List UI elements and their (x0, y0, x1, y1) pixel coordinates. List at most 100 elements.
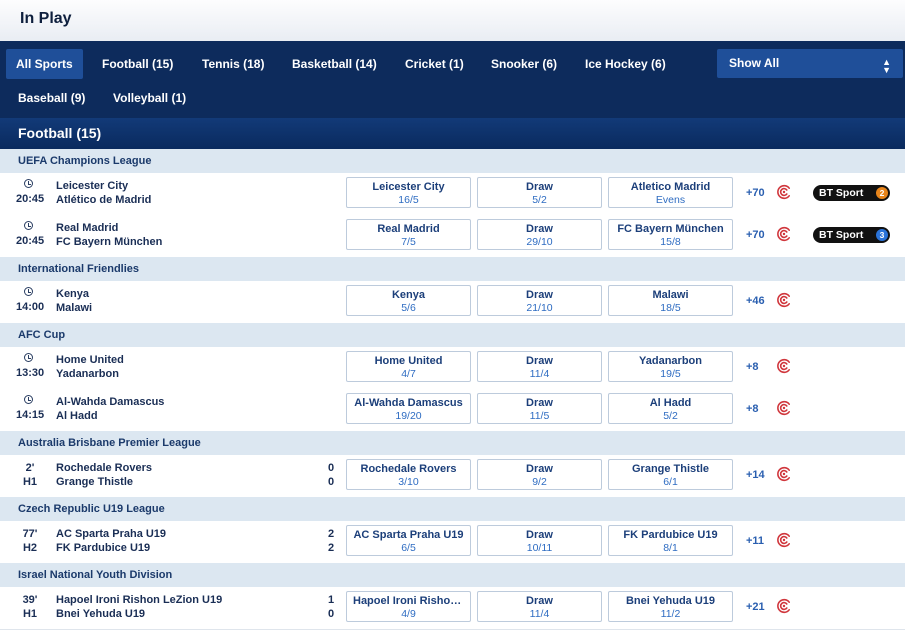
selection-name: Draw (526, 595, 553, 607)
selection-name: Malawi (652, 289, 689, 301)
selection-name: Draw (526, 223, 553, 235)
away-team[interactable]: Grange Thistle (56, 476, 133, 488)
clock-icon (24, 395, 33, 404)
event-row[interactable]: 39' H1 Hapoel Ironi Rishon LeZion U19 Bnei … (0, 587, 905, 630)
home-odds-button[interactable]: AC Sparta Praha U19 6/5 (346, 525, 471, 556)
match-minute: 39' (22, 594, 38, 606)
selection-name: Kenya (391, 289, 426, 301)
more-markets-link[interactable]: +21 (746, 601, 765, 613)
clock-icon (24, 221, 33, 230)
tab-all-sports[interactable]: All Sports (6, 49, 83, 79)
away-team[interactable]: Bnei Yehuda U19 (56, 608, 145, 620)
tab-snooker[interactable]: Snooker (6) (481, 49, 567, 79)
draw-odds-button[interactable]: Draw 29/10 (477, 219, 602, 250)
match-period: H1 (22, 608, 38, 620)
more-markets-link[interactable]: +11 (746, 535, 764, 547)
live-stream-icon[interactable] (776, 184, 792, 200)
away-team[interactable]: Malawi (56, 302, 92, 314)
draw-odds-button[interactable]: Draw 11/4 (477, 351, 602, 382)
event-row[interactable]: 20:45 Leicester City Atlético de Madrid Lei… (0, 173, 905, 216)
selection-name: Draw (526, 289, 553, 301)
select-arrows-icon: ▲ ▼ (882, 57, 891, 75)
away-odds-button[interactable]: Al Hadd 5/2 (608, 393, 733, 424)
away-team[interactable]: FK Pardubice U19 (56, 542, 150, 554)
tab-baseball[interactable]: Baseball (9) (8, 83, 95, 113)
home-odds-button[interactable]: Kenya 5/6 (346, 285, 471, 316)
away-odds-button[interactable]: FC Bayern München 15/8 (608, 219, 733, 250)
selection-price: 4/7 (401, 368, 416, 380)
selection-price: 18/5 (660, 302, 681, 314)
tab-tennis[interactable]: Tennis (18) (192, 49, 274, 79)
home-team[interactable]: Rochedale Rovers (56, 462, 152, 474)
page-title: In Play (20, 10, 72, 27)
selection-price: 21/10 (526, 302, 553, 314)
event-time: 20:45 (16, 235, 45, 247)
away-team[interactable]: Atlético de Madrid (56, 194, 151, 206)
more-markets-link[interactable]: +14 (746, 469, 765, 481)
tab-cricket[interactable]: Cricket (1) (395, 49, 474, 79)
away-score: 0 (328, 608, 335, 620)
draw-odds-button[interactable]: Draw 11/4 (477, 591, 602, 622)
home-odds-button[interactable]: Real Madrid 7/5 (346, 219, 471, 250)
event-row[interactable]: 14:00 Kenya Malawi Kenya 5/6 Draw 21/10 Malawi 1… (0, 281, 905, 324)
home-odds-button[interactable]: Al-Wahda Damascus 19/20 (346, 393, 471, 424)
draw-odds-button[interactable]: Draw 21/10 (477, 285, 602, 316)
home-team[interactable]: AC Sparta Praha U19 (56, 528, 166, 540)
event-row[interactable]: 77' H2 AC Sparta Praha U19 FK Pardubice U19… (0, 521, 905, 564)
away-odds-button[interactable]: FK Pardubice U19 8/1 (608, 525, 733, 556)
live-stream-icon[interactable] (776, 598, 792, 614)
away-odds-button[interactable]: Bnei Yehuda U19 11/2 (608, 591, 733, 622)
away-odds-button[interactable]: Yadanarbon 19/5 (608, 351, 733, 382)
selection-price: 19/20 (395, 410, 422, 422)
more-markets-link[interactable]: +70 (746, 229, 765, 241)
home-team[interactable]: Home United (56, 354, 124, 366)
home-team[interactable]: Al-Wahda Damascus (56, 396, 164, 408)
tv-channel-number: 2 (876, 187, 888, 199)
show-all-select[interactable]: Show All ▲ ▼ (717, 49, 903, 78)
live-stream-icon[interactable] (776, 226, 792, 242)
event-row[interactable]: 2' H1 Rochedale Rovers Grange Thistle 0 0 Roch… (0, 455, 905, 498)
away-team[interactable]: FC Bayern München (56, 236, 162, 248)
more-markets-link[interactable]: +46 (746, 295, 765, 307)
draw-odds-button[interactable]: Draw 9/2 (477, 459, 602, 490)
home-team[interactable]: Kenya (56, 288, 89, 300)
event-row[interactable]: 14:15 Al-Wahda Damascus Al Hadd Al-Wahda Da… (0, 389, 905, 432)
away-odds-button[interactable]: Grange Thistle 6/1 (608, 459, 733, 490)
live-stream-icon[interactable] (776, 358, 792, 374)
bt-sport-logo[interactable]: BT Sport 3 (813, 227, 890, 243)
sport-section-header: Football (15) (0, 118, 905, 149)
home-team[interactable]: Hapoel Ironi Rishon LeZion U19 (56, 594, 222, 606)
tab-ice-hockey[interactable]: Ice Hockey (6) (575, 49, 676, 79)
away-team[interactable]: Yadanarbon (56, 368, 119, 380)
draw-odds-button[interactable]: Draw 11/5 (477, 393, 602, 424)
live-stream-icon[interactable] (776, 400, 792, 416)
more-markets-link[interactable]: +8 (746, 403, 759, 415)
home-odds-button[interactable]: Home United 4/7 (346, 351, 471, 382)
live-stream-icon[interactable] (776, 532, 792, 548)
bt-sport-logo[interactable]: BT Sport 2 (813, 185, 890, 201)
tab-basketball[interactable]: Basketball (14) (282, 49, 387, 79)
live-stream-icon[interactable] (776, 292, 792, 308)
away-odds-button[interactable]: Atletico Madrid Evens (608, 177, 733, 208)
sport-nav: All Sports Football (15) Tennis (18) Bas… (0, 41, 905, 118)
selection-name: Al-Wahda Damascus (354, 397, 463, 409)
away-odds-button[interactable]: Malawi 18/5 (608, 285, 733, 316)
home-team[interactable]: Real Madrid (56, 222, 118, 234)
event-row[interactable]: 20:45 Real Madrid FC Bayern München Real Ma… (0, 215, 905, 258)
draw-odds-button[interactable]: Draw 5/2 (477, 177, 602, 208)
home-odds-button[interactable]: Leicester City 16/5 (346, 177, 471, 208)
league-name: International Friendlies (18, 263, 140, 275)
away-team[interactable]: Al Hadd (56, 410, 98, 422)
event-row[interactable]: 13:30 Home United Yadanarbon Home United 4/7… (0, 347, 905, 390)
draw-odds-button[interactable]: Draw 10/11 (477, 525, 602, 556)
home-team[interactable]: Leicester City (56, 180, 128, 192)
tab-football[interactable]: Football (15) (92, 49, 183, 79)
more-markets-link[interactable]: +70 (746, 187, 765, 199)
away-score: 0 (328, 476, 335, 488)
home-odds-button[interactable]: Rochedale Rovers 3/10 (346, 459, 471, 490)
tab-volleyball[interactable]: Volleyball (1) (103, 83, 196, 113)
more-markets-link[interactable]: +8 (746, 361, 759, 373)
away-score: 2 (328, 542, 335, 554)
live-stream-icon[interactable] (776, 466, 792, 482)
home-odds-button[interactable]: Hapoel Ironi Rishon ... 4/9 (346, 591, 471, 622)
